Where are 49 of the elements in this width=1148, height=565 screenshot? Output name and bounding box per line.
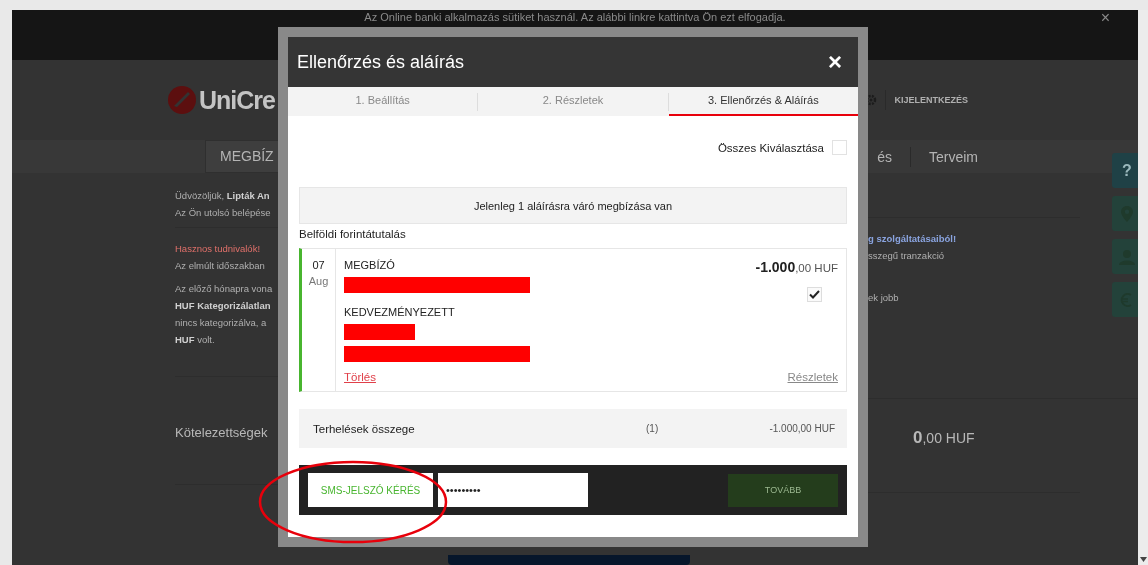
notice-link[interactable]: g szolgáltatásaiból!	[868, 230, 1080, 247]
group-title: Belföldi forintátutalás	[299, 228, 407, 240]
close-button[interactable]: ×	[820, 50, 850, 74]
details-link[interactable]: Részletek	[787, 371, 838, 383]
order-checkbox[interactable]	[807, 287, 822, 302]
profile-button[interactable]	[1112, 239, 1138, 274]
nav-tab[interactable]: Terveim	[929, 148, 978, 165]
summary-text: nincs kategorizálva, a	[175, 316, 268, 330]
redaction-bar	[344, 324, 415, 340]
order-amount: -1.000,00 HUF	[755, 259, 838, 275]
logo-icon	[168, 86, 196, 114]
password-field[interactable]: •••••••••	[438, 473, 588, 507]
logout-link[interactable]: KIJELENTKEZÉS	[885, 90, 968, 110]
step-tab[interactable]: 2. Részletek	[478, 87, 668, 116]
summary-text: HUF volt.	[175, 333, 216, 347]
notice-text: Az elmúlt időszakban	[175, 259, 266, 273]
scroll-down-icon[interactable]	[1139, 557, 1147, 562]
liabilities-heading: Kötelezettségek	[175, 425, 269, 440]
summary-text: HUF Kategorizálatlan	[175, 299, 272, 313]
currency-button[interactable]	[1112, 282, 1138, 317]
sms-password-button[interactable]: SMS-JELSZÓ KÉRÉS	[308, 473, 433, 507]
total-count: (1)	[646, 423, 659, 434]
settings-icon[interactable]	[865, 94, 878, 106]
delete-link[interactable]: Törlés	[344, 371, 376, 383]
notice-text: sszegű tranzakció	[868, 249, 946, 263]
last-login-text: Az Ön utolsó belépése	[175, 206, 272, 220]
summary-text: ek jobb	[868, 291, 900, 305]
payee-label: KEDVEZMÉNYEZETT	[344, 306, 456, 318]
greeting-text: Üdvözöljük, Lipták An	[175, 189, 271, 203]
modal-title: Ellenőrzés és aláírás	[297, 51, 466, 73]
help-button[interactable]: ?	[1112, 153, 1138, 188]
cookie-notice: Az Online banki alkalmazás sütiket használ. Az alábbi linkre kattintva Ön ezt elfogadja.	[364, 11, 786, 25]
bank-logo-text: UniCre	[199, 85, 275, 115]
nav-tab[interactable]: és	[877, 148, 892, 165]
select-all-checkbox[interactable]	[832, 140, 847, 155]
date-month: Aug	[307, 275, 330, 287]
step-tab[interactable]: 1. Beállítás	[288, 87, 478, 116]
total-amount: -1.000,00 HUF	[769, 423, 835, 434]
location-button[interactable]	[1112, 196, 1138, 231]
close-button[interactable]: ×	[1100, 11, 1110, 25]
notice-title: Hasznos tudnivalók!	[175, 242, 262, 256]
step-tab[interactable]: 3. Ellenőrzés & Aláírás	[668, 87, 858, 116]
select-all-label: Összes Kiválasztása	[717, 141, 824, 154]
date-day: 07	[302, 259, 335, 271]
pending-notice: Jelenleg 1 aláírásra váró megbízása van	[299, 187, 847, 224]
payer-label: MEGBÍZÓ	[344, 259, 396, 271]
liabilities-amount: 0,00 HUF	[913, 428, 976, 448]
summary-text: Az előző hónapra vona	[175, 282, 274, 296]
total-label: Terhelések összege	[313, 422, 416, 435]
